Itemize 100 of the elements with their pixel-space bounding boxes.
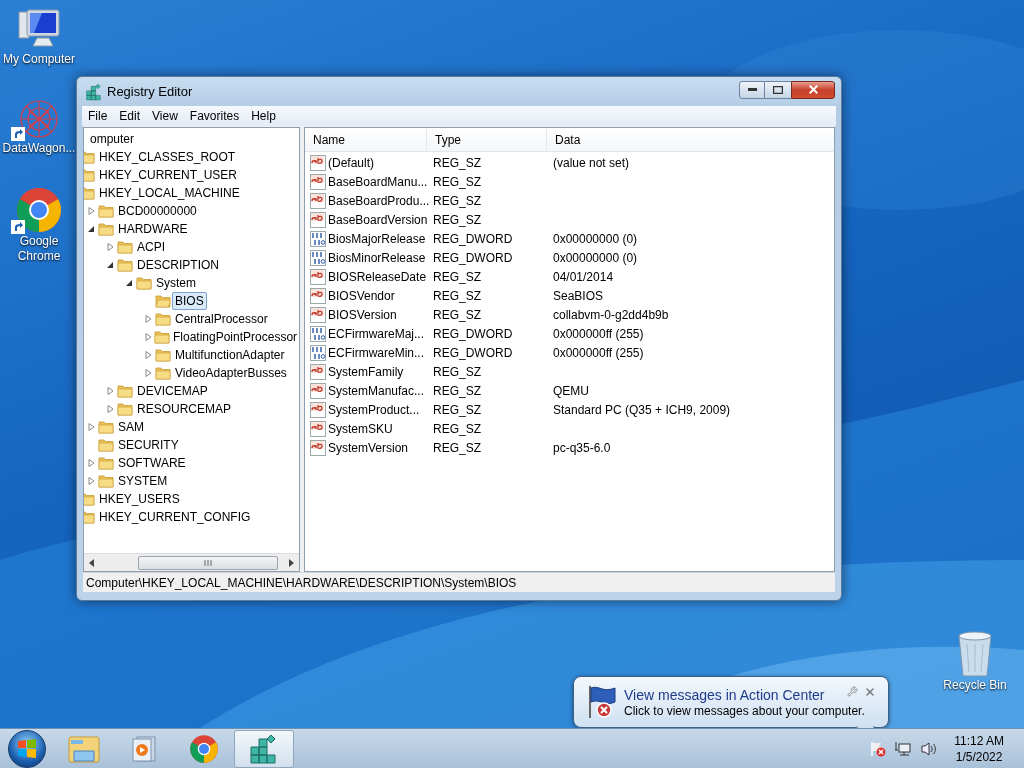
close-icon[interactable] [864, 686, 876, 698]
value-name[interactable]: BIOSVendor [328, 286, 395, 305]
value-name[interactable]: SystemProduct... [328, 400, 420, 419]
value-type: REG_SZ [432, 173, 482, 191]
string-value-icon [310, 420, 326, 437]
value-name[interactable]: (Default) [328, 153, 374, 172]
folder-icon [98, 456, 114, 470]
menu-item[interactable]: View [152, 107, 178, 125]
column-header[interactable]: Name [305, 128, 427, 151]
start-button[interactable] [8, 729, 46, 768]
expand-arrow-icon[interactable] [105, 404, 116, 414]
tree-item[interactable]: FloatingPointProcessor [170, 328, 299, 346]
value-name[interactable]: ECFirmwareMin... [328, 343, 424, 362]
folder-icon [98, 438, 114, 452]
menu-item[interactable]: Help [251, 107, 276, 125]
column-header[interactable]: Data [547, 128, 834, 151]
expand-arrow-icon[interactable] [105, 242, 116, 252]
value-type: REG_SZ [432, 287, 482, 305]
value-type: REG_SZ [432, 439, 482, 457]
tree-item[interactable]: ACPI [134, 238, 168, 256]
value-data: Standard PC (Q35 + ICH9, 2009) [552, 401, 732, 419]
folder-icon [136, 276, 152, 290]
tree-item[interactable]: BCD00000000 [115, 202, 200, 220]
value-name[interactable]: SystemFamily [328, 362, 404, 381]
open-folder-icon [155, 294, 171, 308]
value-name[interactable]: SystemVersion [328, 438, 409, 457]
horizontal-scrollbar[interactable] [84, 553, 299, 571]
status-bar: Computer\HKEY_LOCAL_MACHINE\HARDWARE\DESCRIPTION\System\BIOS [83, 572, 835, 592]
value-data: SeaBIOS [552, 287, 605, 305]
menu-item[interactable]: Favorites [189, 107, 240, 125]
column-header[interactable]: Type [427, 128, 547, 151]
value-name[interactable]: BiosMajorRelease [328, 229, 426, 248]
tree-item[interactable]: RESOURCEMAP [134, 400, 234, 418]
value-name[interactable]: BIOSReleaseDate [328, 267, 427, 286]
tree-item[interactable]: HKEY_CLASSES_ROOT [96, 148, 239, 166]
collapse-arrow-icon[interactable] [105, 260, 116, 270]
value-data: pc-q35-6.0 [552, 439, 612, 457]
expand-arrow-icon[interactable] [86, 422, 97, 432]
expand-arrow-icon[interactable] [105, 386, 116, 396]
tree-item[interactable]: BIOS [172, 292, 207, 310]
value-name[interactable]: BIOSVersion [328, 305, 397, 324]
menu-item[interactable]: File [88, 107, 108, 125]
tree-item[interactable]: HKEY_USERS [96, 490, 183, 508]
volume-icon[interactable] [920, 740, 939, 757]
collapse-arrow-icon[interactable] [124, 278, 135, 288]
browser-icon [15, 186, 63, 234]
close-icon [806, 83, 820, 96]
notification-balloon[interactable]: View messages in Action Center Click to view messages about your computer. [573, 676, 889, 728]
expand-arrow-icon[interactable] [86, 476, 97, 486]
tree-item[interactable]: HKEY_LOCAL_MACHINE [96, 184, 243, 202]
expand-arrow-icon[interactable] [143, 314, 154, 324]
tree-item[interactable]: CentralProcessor [172, 310, 271, 328]
minimize-button[interactable] [739, 80, 765, 99]
tree-item[interactable]: SYSTEM [115, 472, 171, 490]
tree-item[interactable]: SECURITY [115, 436, 182, 454]
browser-icon [189, 733, 219, 764]
tree-item[interactable]: DEVICEMAP [134, 382, 211, 400]
close-button[interactable] [791, 80, 835, 99]
tree-item[interactable]: VideoAdapterBusses [172, 364, 290, 382]
value-name[interactable]: ECFirmwareMaj... [328, 324, 424, 343]
expand-arrow-icon[interactable] [86, 206, 97, 216]
expand-arrow-icon[interactable] [143, 368, 154, 378]
desktop-icon-label[interactable]: DataWagon... [2, 141, 76, 156]
tree-item[interactable]: SAM [115, 418, 147, 436]
recycle-bin-icon [955, 630, 995, 678]
expand-arrow-icon[interactable] [86, 458, 97, 468]
collapse-arrow-icon[interactable] [86, 224, 97, 234]
tree-item[interactable]: MultifunctionAdapter [172, 346, 288, 364]
value-name[interactable]: BaseBoardManu... [328, 172, 428, 191]
tree-item[interactable]: HARDWARE [115, 220, 191, 238]
expand-arrow-icon[interactable] [143, 332, 154, 342]
taskbar-button[interactable] [234, 729, 294, 768]
action-center-flag-icon[interactable] [870, 740, 887, 757]
value-type: REG_SZ [432, 154, 482, 172]
value-name[interactable]: BaseBoardProdu... [328, 191, 430, 210]
value-name[interactable]: SystemSKU [328, 419, 393, 438]
folder-icon [117, 258, 133, 272]
wrench-icon[interactable] [847, 686, 858, 697]
clock-time[interactable]: 11:12 AM [954, 732, 1004, 749]
value-name[interactable]: BiosMinorRelease [328, 248, 426, 267]
tree-item[interactable]: DESCRIPTION [134, 256, 222, 274]
desktop-icon-label[interactable]: Google Chrome [0, 234, 78, 264]
tree-item[interactable]: System [153, 274, 199, 292]
desktop-icon-label[interactable]: My Computer [3, 52, 75, 67]
network-icon[interactable] [894, 740, 913, 757]
string-value-icon [310, 382, 326, 399]
clock-date[interactable]: 1/5/2022 [955, 748, 1003, 765]
menu-item[interactable]: Edit [119, 107, 141, 125]
value-name[interactable]: SystemManufac... [328, 381, 425, 400]
folder-icon [98, 420, 114, 434]
maximize-button[interactable] [765, 80, 791, 99]
expand-arrow-icon[interactable] [143, 350, 154, 360]
value-name[interactable]: BaseBoardVersion [328, 210, 428, 229]
scroll-thumb[interactable] [138, 555, 278, 570]
tree-item[interactable]: HKEY_CURRENT_USER [96, 166, 241, 184]
tree-item[interactable]: HKEY_CURRENT_CONFIG [96, 508, 254, 526]
string-value-icon [310, 363, 326, 380]
tree-item[interactable]: omputer [87, 130, 138, 148]
tree-item[interactable]: SOFTWARE [115, 454, 189, 472]
folder-icon [68, 734, 100, 763]
